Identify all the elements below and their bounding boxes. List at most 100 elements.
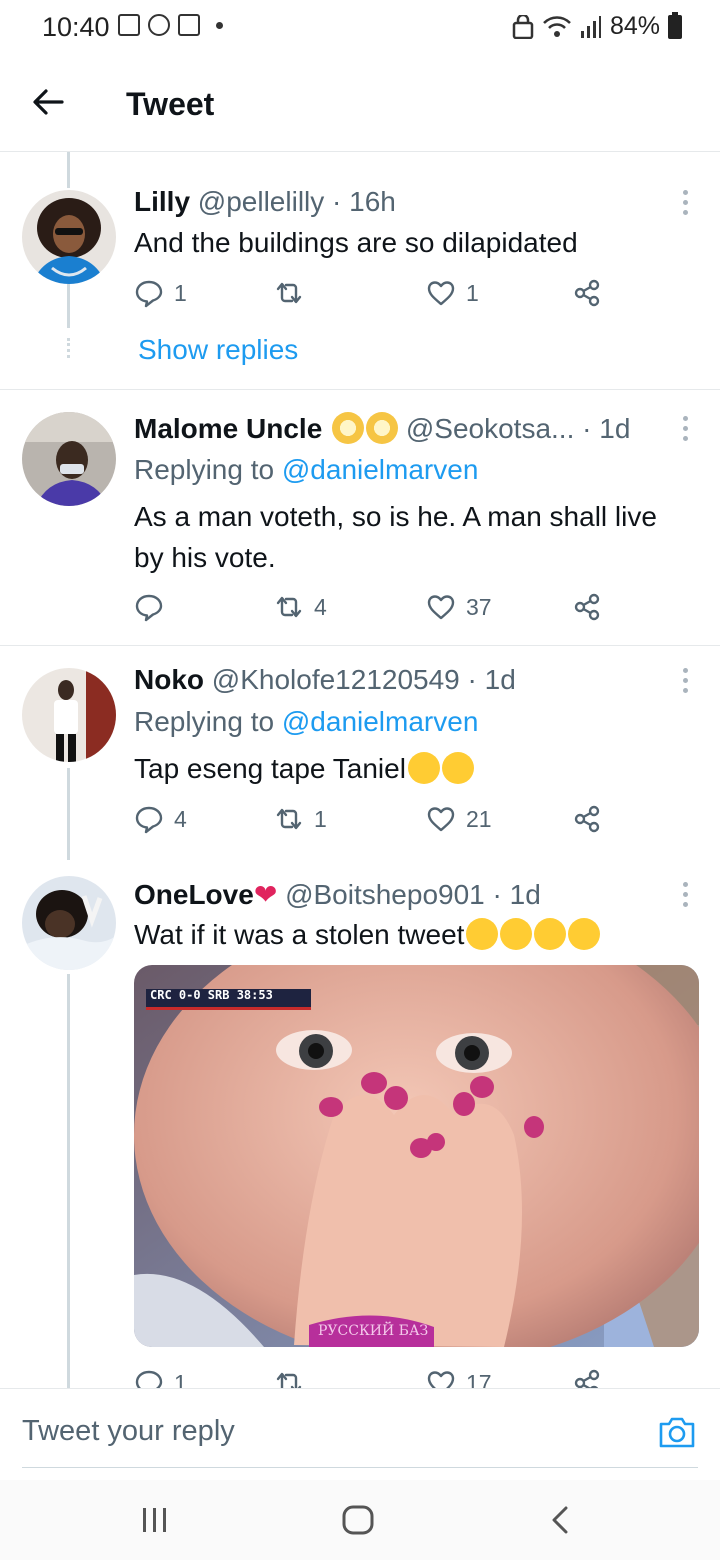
more-options-button[interactable]: [680, 416, 690, 441]
like-count: 37: [466, 593, 492, 620]
replying-to-prefix: Replying to: [134, 454, 275, 485]
tweet-malome-uncle[interactable]: Malome Uncle @Seokotsa... · 1d Replying …: [0, 390, 720, 646]
check-icon: [178, 14, 200, 36]
tweet-actions: 4 1 21: [134, 804, 614, 838]
thread-dots: [67, 338, 70, 358]
retweet-button[interactable]: 4: [274, 592, 327, 622]
heart-icon: [427, 281, 455, 306]
author-name[interactable]: Lilly: [134, 186, 190, 217]
share-icon: [574, 805, 600, 833]
share-button[interactable]: [572, 592, 602, 622]
reply-count: 1: [174, 279, 187, 306]
tweet-header: Malome Uncle @Seokotsa... · 1d: [134, 412, 630, 445]
arrow-left-icon: [33, 89, 64, 115]
author-name[interactable]: Malome Uncle: [134, 413, 322, 444]
camera-icon: [659, 1417, 695, 1448]
reply-count: 4: [174, 805, 187, 832]
tweet-text-row: Tap eseng tape Taniel: [134, 748, 694, 789]
avatar[interactable]: [22, 876, 116, 970]
like-button[interactable]: 21: [426, 804, 492, 834]
author-handle[interactable]: @Boitshepo901: [285, 879, 485, 910]
author-handle[interactable]: @Kholofe12120549: [212, 664, 460, 695]
home-button[interactable]: [340, 1502, 376, 1538]
reply-button[interactable]: 4: [134, 804, 187, 834]
tweet-actions: 4 37: [134, 592, 614, 626]
share-button[interactable]: [572, 278, 602, 308]
system-navigation-bar: [0, 1480, 720, 1560]
thread-line: [67, 974, 70, 1388]
status-bar: 10:40 84%: [0, 0, 720, 58]
retweet-count: 4: [314, 593, 327, 620]
reply-underline: [22, 1467, 698, 1468]
like-button[interactable]: 37: [426, 592, 492, 622]
share-button[interactable]: [572, 804, 602, 834]
tweet-header: Noko @Kholofe12120549 · 1d: [134, 664, 516, 696]
status-time: 10:40: [42, 12, 110, 42]
share-icon: [574, 279, 600, 307]
camera-button[interactable]: [658, 1415, 696, 1449]
tears-of-joy-emoji-icon: [500, 918, 533, 950]
tweet-text: As a man voteth, so is he. A man shall l…: [134, 501, 657, 573]
tears-of-joy-emoji-icon: [466, 918, 499, 950]
retweet-icon: [276, 596, 302, 618]
tweet-text: Tap eseng tape Taniel: [134, 753, 406, 784]
recent-apps-button[interactable]: [140, 1502, 170, 1538]
recent-apps-icon: [143, 1508, 166, 1532]
author-handle[interactable]: @pellelilly: [198, 186, 324, 217]
author-name[interactable]: OneLove: [134, 879, 254, 910]
whatsapp-icon: [148, 14, 170, 36]
tweet-text: And the buildings are so dilapidated: [134, 227, 578, 258]
avatar[interactable]: [22, 668, 116, 762]
status-right: 84%: [512, 11, 682, 41]
media-caption: РУССКИЙ БАЗ: [318, 1323, 429, 1339]
system-back-button[interactable]: [546, 1502, 576, 1538]
more-notifications-icon: [216, 21, 223, 29]
grinning-emoji-icon: [407, 752, 440, 784]
tweet-lilly[interactable]: Lilly @pellelilly · 16h And the building…: [0, 152, 720, 390]
reply-input[interactable]: Tweet your reply: [22, 1415, 235, 1448]
retweet-button[interactable]: 1: [274, 804, 327, 834]
wifi-icon: [543, 15, 571, 37]
author-handle[interactable]: @Seokotsa...: [406, 413, 575, 444]
tweet-header: Lilly @pellelilly · 16h: [134, 186, 396, 218]
retweet-icon: [276, 808, 302, 830]
author-name[interactable]: Noko: [134, 664, 204, 695]
tweet-actions: 1 1: [134, 278, 614, 312]
medal-emoji-icon: [366, 412, 399, 444]
reply-button[interactable]: [134, 592, 174, 622]
comment-icon: [135, 594, 163, 622]
replying-to-mention[interactable]: @danielmarven: [282, 454, 479, 485]
avatar[interactable]: [22, 412, 116, 506]
tweet-time: · 1d: [467, 664, 516, 695]
tweet-media-image[interactable]: CRC 0-0 SRB 38:53 РУССКИЙ БАЗ: [134, 965, 699, 1347]
thread-line: [67, 768, 70, 860]
reply-button[interactable]: 1: [134, 278, 187, 308]
gallery-icon: [118, 14, 140, 36]
replying-to-mention[interactable]: @danielmarven: [282, 706, 479, 737]
tweet-time: · 16h: [332, 186, 396, 217]
thread-line: [67, 284, 70, 328]
notification-icons: [118, 14, 223, 36]
reply-composer[interactable]: Tweet your reply: [0, 1388, 720, 1480]
tweet-time: · 1d: [582, 413, 631, 444]
more-options-button[interactable]: [680, 668, 690, 693]
retweet-count: 1: [314, 805, 327, 832]
battery-icon: [668, 11, 682, 39]
like-button[interactable]: 1: [426, 278, 479, 308]
replying-to-prefix: Replying to: [134, 706, 275, 737]
comment-icon: [135, 806, 163, 834]
more-options-button[interactable]: [680, 190, 690, 215]
back-button[interactable]: [30, 84, 70, 124]
heart-icon: [427, 595, 455, 620]
top-app-bar: Tweet: [0, 58, 720, 152]
avatar[interactable]: [22, 190, 116, 284]
replying-to: Replying to @danielmarven: [134, 706, 478, 738]
replying-to: Replying to @danielmarven: [134, 454, 478, 486]
tweet-header: OneLove❤ @Boitshepo901 · 1d: [134, 878, 541, 911]
more-options-button[interactable]: [680, 882, 690, 907]
show-replies-link[interactable]: Show replies: [138, 334, 298, 366]
grinning-emoji-icon: [441, 752, 474, 784]
medal-emoji-icon: [332, 412, 365, 444]
tweet-noko[interactable]: Noko @Kholofe12120549 · 1d Replying to @…: [0, 646, 720, 860]
retweet-button[interactable]: [274, 278, 314, 308]
